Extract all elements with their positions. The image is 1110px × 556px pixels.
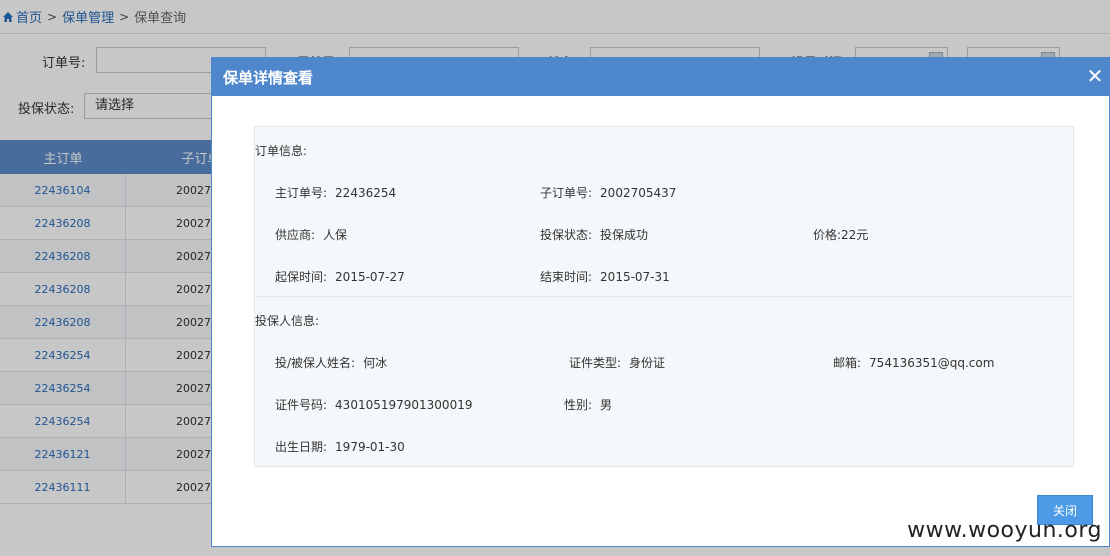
sub-order-value: 2002705437 <box>600 186 677 200</box>
start-time-value: 2015-07-27 <box>335 270 405 284</box>
main-order-value: 22436254 <box>335 186 397 200</box>
birth-date-label: 出生日期: <box>275 440 328 454</box>
insured-name-field: 投/被保人姓名: 何冰 <box>275 354 387 371</box>
email-field: 邮箱: 754136351@qq.com <box>833 354 994 371</box>
id-type-label: 证件类型: <box>569 356 622 370</box>
end-time-label: 结束时间: <box>540 270 593 284</box>
sub-order-field: 子订单号: 2002705437 <box>540 184 676 201</box>
supplier-label: 供应商: <box>275 228 316 242</box>
detail-panel: 订单信息: 主订单号: 22436254 子订单号: 2002705437 供应商:… <box>254 126 1074 467</box>
email-label: 邮箱: <box>833 356 862 370</box>
policy-detail-dialog: 保单详情查看 ✕ 订单信息: 主订单号: 22436254 子订单号: 200270… <box>211 57 1110 547</box>
gender-field: 性别: 男 <box>564 396 612 413</box>
start-time-field: 起保时间: 2015-07-27 <box>275 268 405 285</box>
supplier-field: 供应商: 人保 <box>275 226 347 243</box>
id-type-value: 身份证 <box>629 356 666 370</box>
id-number-label: 证件号码: <box>275 398 328 412</box>
price-value: 22元 <box>841 228 869 242</box>
id-number-value: 430105197901300019 <box>335 398 473 412</box>
main-order-field: 主订单号: 22436254 <box>275 184 396 201</box>
supplier-value: 人保 <box>323 228 348 242</box>
close-icon[interactable]: ✕ <box>1085 66 1105 86</box>
order-info-section: 订单信息: 主订单号: 22436254 子订单号: 2002705437 供应商:… <box>255 127 1073 297</box>
start-time-label: 起保时间: <box>275 270 328 284</box>
price-field: 价格:22元 <box>813 226 868 243</box>
status-field: 投保状态: 投保成功 <box>540 226 648 243</box>
main-order-label: 主订单号: <box>275 186 328 200</box>
email-value: 754136351@qq.com <box>869 356 995 370</box>
order-info-title: 订单信息: <box>255 144 308 158</box>
id-type-field: 证件类型: 身份证 <box>569 354 665 371</box>
status-label: 投保状态: <box>540 228 593 242</box>
watermark: www.wooyun.org <box>907 518 1102 543</box>
end-time-field: 结束时间: 2015-07-31 <box>540 268 670 285</box>
price-label: 价格: <box>813 228 842 242</box>
sub-order-label: 子订单号: <box>540 186 593 200</box>
gender-value: 男 <box>600 398 613 412</box>
gender-label: 性别: <box>564 398 593 412</box>
id-number-field: 证件号码: 430105197901300019 <box>275 396 472 413</box>
birth-date-value: 1979-01-30 <box>335 440 405 454</box>
status-value: 投保成功 <box>600 228 649 242</box>
dialog-title: 保单详情查看 <box>223 68 314 87</box>
insured-name-label: 投/被保人姓名: <box>275 356 356 370</box>
insured-info-title: 投保人信息: <box>255 314 320 328</box>
end-time-value: 2015-07-31 <box>600 270 670 284</box>
insured-info-section: 投保人信息: 投/被保人姓名: 何冰 证件类型: 身份证 邮箱: 754136351@… <box>255 297 1073 466</box>
insured-name-value: 何冰 <box>363 356 388 370</box>
birth-date-field: 出生日期: 1979-01-30 <box>275 438 405 455</box>
dialog-header: 保单详情查看 ✕ <box>212 58 1109 96</box>
